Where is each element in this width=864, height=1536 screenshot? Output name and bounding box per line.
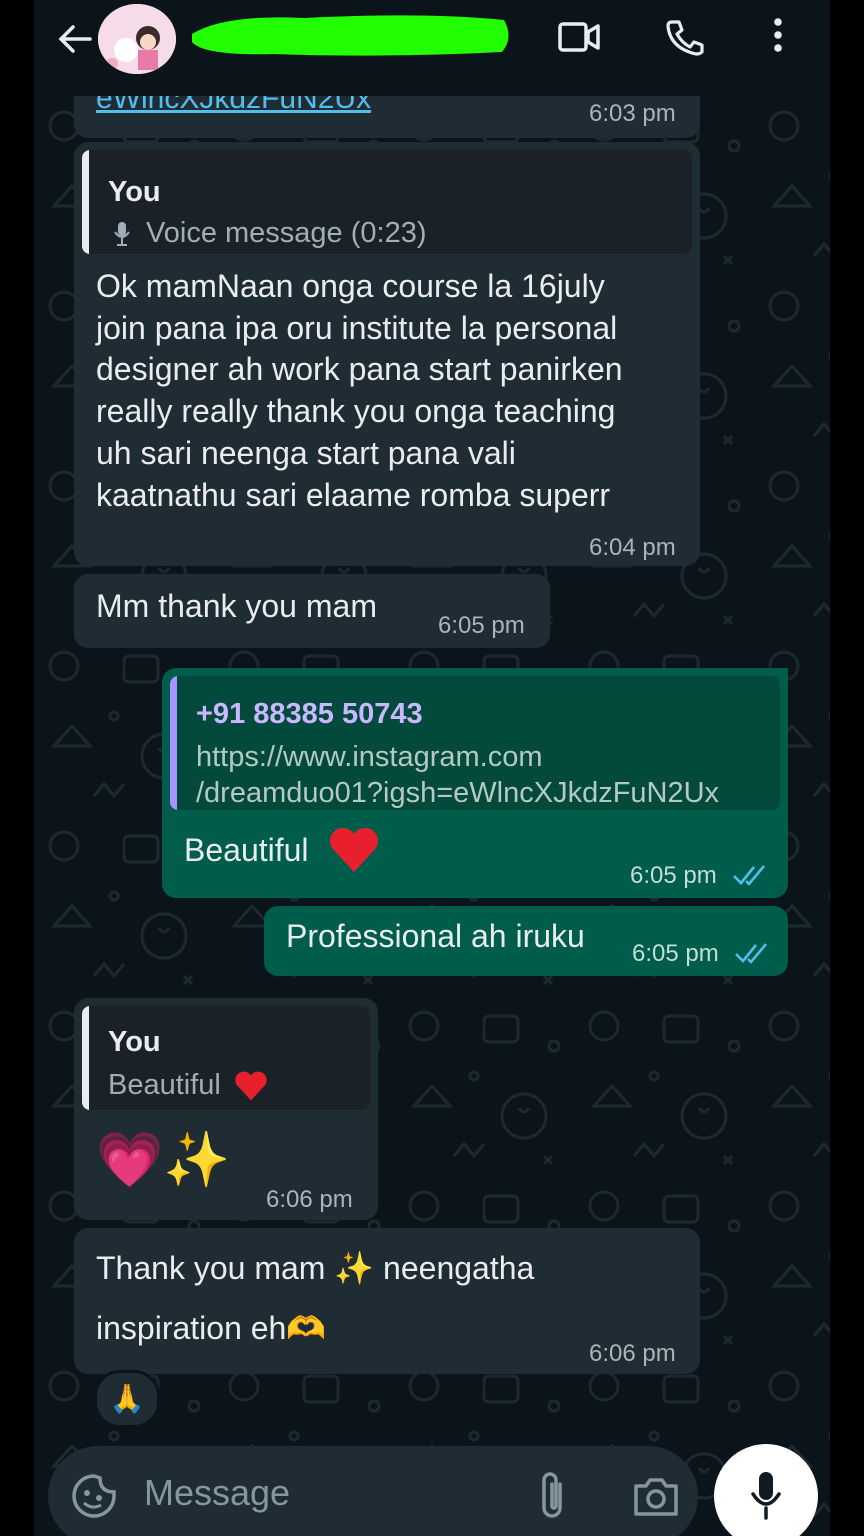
quote-author: +91 88385 50743: [196, 698, 423, 730]
mic-small-icon: [114, 222, 130, 246]
mic-icon: [751, 1472, 781, 1520]
quote-text: Beautiful: [108, 1069, 221, 1101]
message-input[interactable]: Message: [144, 1472, 290, 1514]
attach-icon[interactable]: [534, 1470, 574, 1522]
message-text: Professional ah iruku: [286, 918, 585, 954]
red-heart-emoji: [329, 827, 379, 872]
message-reaction[interactable]: 🙏: [94, 1370, 160, 1428]
redaction-mark: [192, 15, 509, 56]
avatar-image: [98, 4, 176, 74]
quote-author: You: [108, 1026, 161, 1058]
phone-icon[interactable]: [662, 16, 710, 56]
message-text-part: Thank you mam: [96, 1250, 326, 1286]
message-text: Ok mamNaan onga course la 16july join pa…: [96, 268, 623, 513]
contact-avatar[interactable]: [98, 4, 176, 74]
read-ticks-icon: [735, 943, 767, 964]
message-text-part: inspiration eh: [96, 1310, 287, 1346]
quote-author: You: [108, 176, 161, 208]
message-time: 6:04 pm: [589, 534, 676, 561]
quoted-reply[interactable]: You Voice message (0:23): [82, 150, 692, 254]
quote-bar: [82, 150, 89, 254]
sparkles-emoji: ✨: [334, 1250, 375, 1286]
quote-text: Voice message (0:23): [146, 217, 427, 249]
message-time: 6:06 pm: [589, 1340, 676, 1367]
message-bubble-incoming[interactable]: You Voice message (0:23) Ok mamNaan onga…: [74, 142, 700, 566]
quote-link-line1: https://www.instagram.com: [196, 741, 543, 773]
read-ticks-icon: [733, 865, 765, 886]
message-bubble-incoming[interactable]: Thank you mam ✨ neengatha inspiration eh…: [74, 1228, 700, 1374]
message-text-line1: Thank you mam ✨ neengatha: [96, 1248, 534, 1290]
sticker-icon[interactable]: [70, 1472, 118, 1520]
message-text: Beautiful: [184, 832, 309, 868]
message-time: 6:05 pm: [438, 612, 525, 639]
message-text-line2: inspiration eh🫶: [96, 1308, 326, 1350]
message-text-part: neengatha: [383, 1250, 535, 1286]
message-input-bar[interactable]: Message: [48, 1446, 698, 1536]
message-bubble-incoming[interactable]: You Beautiful 💗✨ 6:06 pm: [74, 998, 378, 1220]
message-time: 6:05 pm: [630, 862, 717, 889]
chat-header: +9: [34, 0, 830, 96]
message-time: 6:03 pm: [589, 100, 676, 127]
heart-hands-emoji: 🫶: [286, 1310, 327, 1346]
red-heart-emoji: [235, 1071, 267, 1101]
message-text: Mm thank you mam: [96, 588, 377, 624]
message-emoji: 💗✨: [96, 1130, 231, 1190]
back-arrow-icon[interactable]: [54, 18, 96, 60]
message-time: 6:06 pm: [266, 1186, 353, 1213]
quote-link-line2: /dreamduo01?igsh=eWlncXJkdzFuN2Ux: [196, 777, 720, 809]
quote-bar: [170, 676, 177, 810]
message-bubble-outgoing[interactable]: Professional ah iruku 6:05 pm: [264, 906, 788, 976]
quoted-reply[interactable]: +91 88385 50743 https://www.instagram.co…: [170, 676, 780, 810]
message-bubble-outgoing[interactable]: +91 88385 50743 https://www.instagram.co…: [162, 668, 788, 898]
chat-screen: 6:03 pm eWlncXJkdzFuN2Ux You Voice messa…: [34, 0, 830, 1536]
video-call-icon[interactable]: [554, 16, 602, 56]
quote-bar: [82, 1006, 89, 1110]
more-options-icon[interactable]: [754, 16, 802, 56]
camera-icon[interactable]: [632, 1474, 680, 1518]
message-time: 6:05 pm: [632, 940, 719, 967]
message-bubble-incoming[interactable]: Mm thank you mam 6:05 pm: [74, 574, 550, 648]
quoted-reply[interactable]: You Beautiful: [82, 1006, 370, 1110]
